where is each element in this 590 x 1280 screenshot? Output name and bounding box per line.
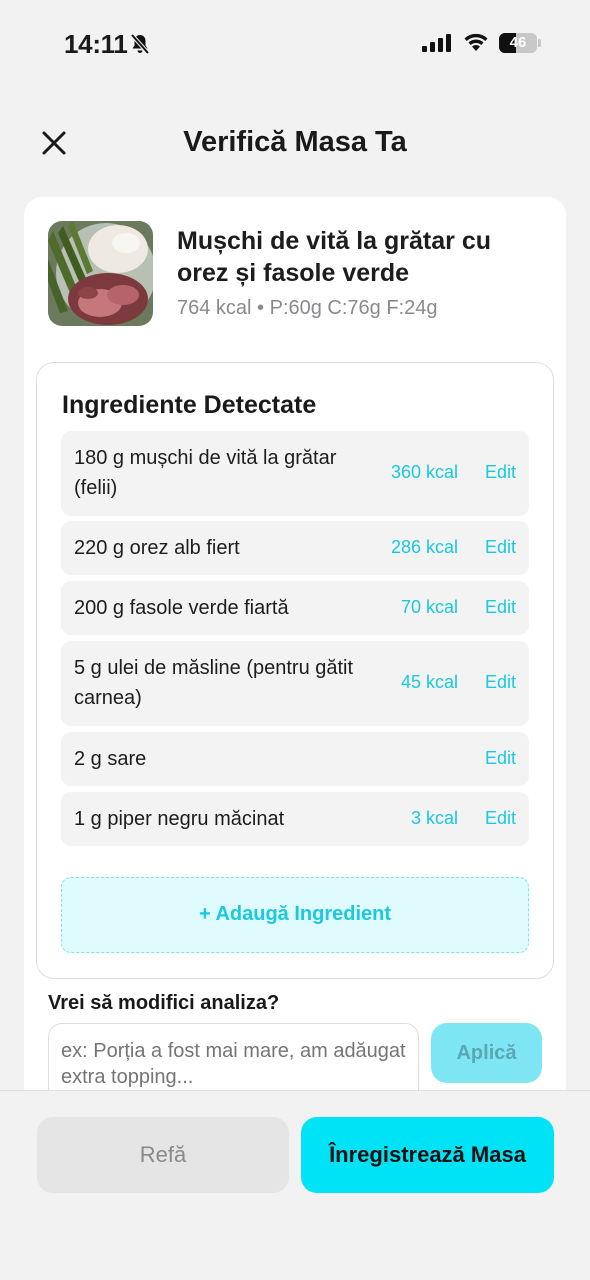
redo-button[interactable]: Refă	[37, 1117, 289, 1193]
ingredient-edit-button[interactable]: Edit	[485, 672, 516, 693]
status-bar: 14:11 46	[0, 0, 590, 90]
ingredient-edit-button[interactable]: Edit	[485, 808, 516, 829]
bell-slash-icon	[130, 33, 150, 55]
page-title: Verifică Masa Ta	[183, 126, 407, 158]
ingredient-name: 200 g fasole verde fiartă	[74, 597, 289, 619]
ingredient-row: 200 g fasole verde fiartă 70 kcal Edit	[61, 581, 529, 635]
meal-name: Mușchi de vită la grătar cu orez și faso…	[177, 227, 491, 287]
ingredient-row: 1 g piper negru măcinat 3 kcal Edit	[61, 792, 529, 846]
ingredient-row: 2 g sare Edit	[61, 732, 529, 786]
meal-card: Mușchi de vită la grătar cu orez și faso…	[24, 197, 566, 1123]
signal-icon	[422, 34, 451, 52]
ingredients-section: Ingrediente Detectate 180 g mușchi de vi…	[36, 362, 554, 979]
status-time: 14:11	[64, 29, 128, 59]
apply-button[interactable]: Aplică	[431, 1023, 542, 1083]
ingredient-kcal: 70 kcal	[400, 597, 458, 617]
ingredients-title: Ingrediente Detectate	[62, 391, 317, 419]
meal-macros: 764 kcal • P:60g C:76g F:24g	[177, 297, 438, 319]
battery-icon: 46	[499, 33, 541, 53]
ingredient-name: 5 g ulei de măsline (pentru gătit carnea…	[74, 657, 354, 709]
add-ingredient-button[interactable]: + Adaugă Ingredient	[61, 877, 529, 953]
ingredient-row: 5 g ulei de măsline (pentru gătit carnea…	[61, 641, 529, 726]
ingredient-kcal: 360 kcal	[390, 462, 458, 482]
ingredient-kcal: 3 kcal	[410, 808, 458, 828]
ingredient-kcal: 286 kcal	[390, 537, 458, 557]
battery-percent: 46	[509, 34, 527, 51]
ingredient-name: 2 g sare	[74, 748, 147, 770]
ingredient-edit-button[interactable]: Edit	[485, 597, 516, 618]
meal-photo	[48, 221, 153, 326]
wifi-icon	[464, 33, 488, 51]
log-meal-button[interactable]: Înregistrează Masa	[301, 1117, 554, 1193]
modify-label: Vrei să modifici analiza?	[48, 992, 280, 1014]
ingredient-kcal: 45 kcal	[400, 672, 458, 692]
ingredient-row: 180 g mușchi de vită la grătar (felii) 3…	[61, 431, 529, 516]
ingredient-name: 1 g piper negru măcinat	[74, 808, 285, 830]
ingredient-name: 180 g mușchi de vită la grătar (felii)	[74, 447, 337, 499]
ingredient-name: 220 g orez alb fiert	[74, 537, 240, 559]
ingredient-row: 220 g orez alb fiert 286 kcal Edit	[61, 521, 529, 575]
bottom-action-bar: Refă Înregistrează Masa	[0, 1090, 590, 1280]
ingredient-edit-button[interactable]: Edit	[485, 748, 516, 769]
ingredient-edit-button[interactable]: Edit	[485, 462, 516, 483]
ingredient-edit-button[interactable]: Edit	[485, 537, 516, 558]
